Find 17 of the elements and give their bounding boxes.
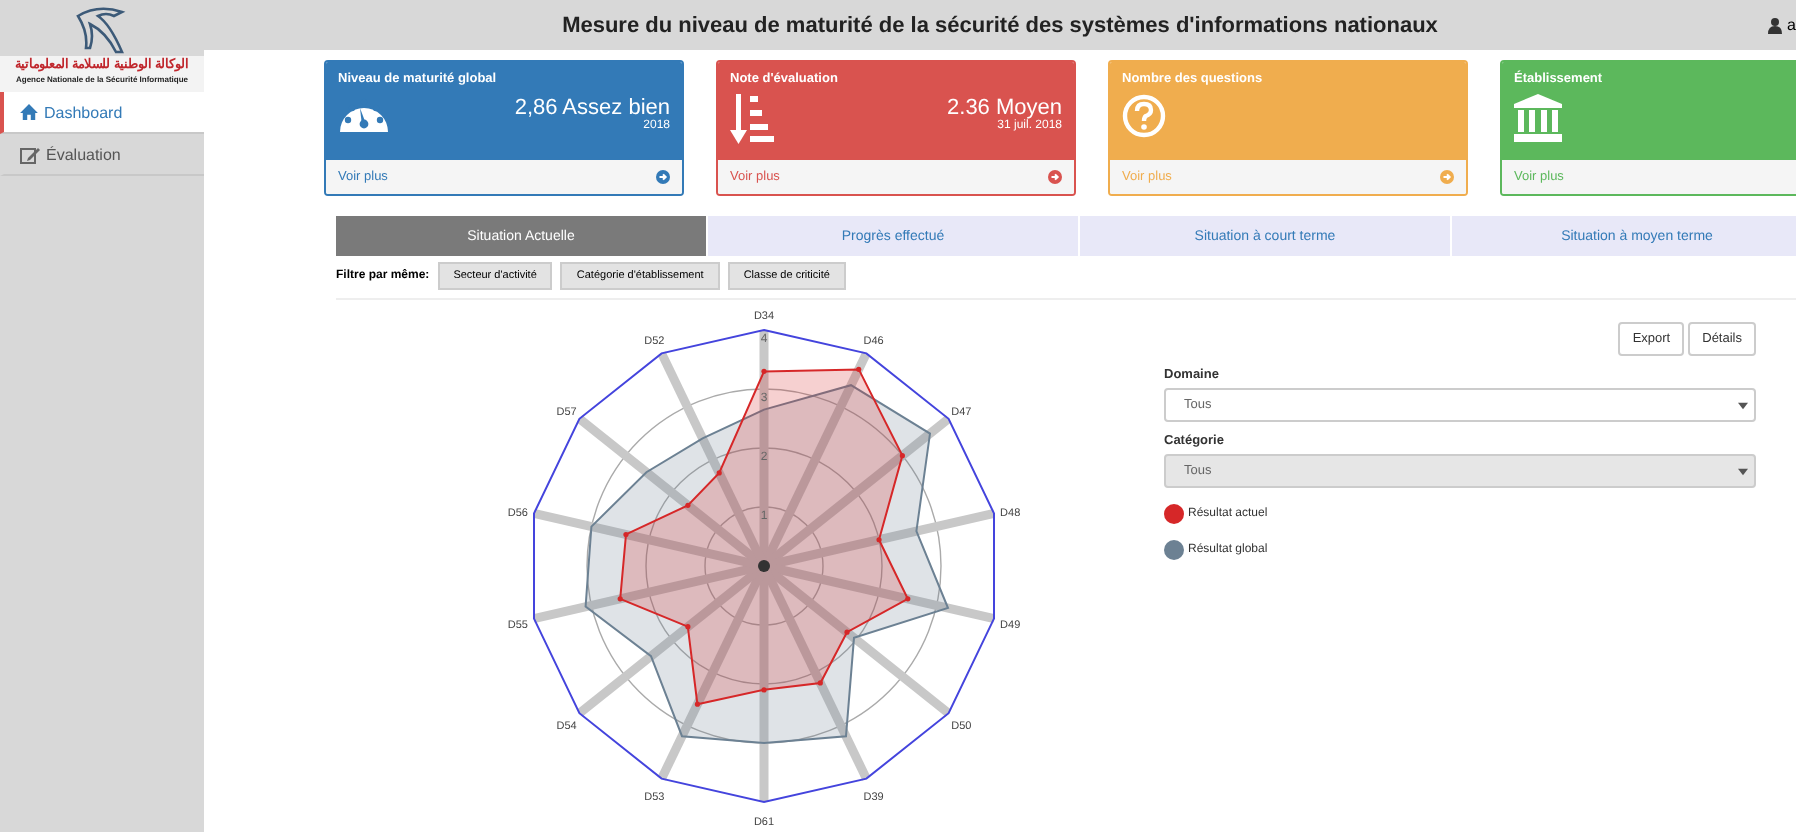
home-icon bbox=[20, 104, 38, 120]
caret-icon bbox=[1738, 467, 1748, 475]
nav-item[interactable]: Évaluation bbox=[0, 134, 204, 176]
arrow-circle-icon[interactable] bbox=[656, 170, 670, 184]
card-value: 2,86 Assez bien bbox=[514, 98, 670, 120]
edit-icon bbox=[20, 145, 40, 163]
user-icon bbox=[1767, 17, 1782, 33]
question-icon bbox=[1122, 94, 1166, 138]
caret-icon bbox=[1738, 401, 1748, 409]
sort-icon bbox=[730, 94, 774, 146]
nav-item[interactable]: Dashboard bbox=[0, 92, 204, 134]
card-value: 2.36 Moyen bbox=[947, 98, 1062, 120]
user-menu[interactable]: a bbox=[1767, 16, 1796, 34]
page-title: Mesure du niveau de maturité de la sécurité des systèmes d'informations nationaux bbox=[562, 13, 1438, 37]
center-dot bbox=[758, 560, 770, 572]
arrow-circle-icon[interactable] bbox=[1048, 170, 1062, 184]
bank-icon bbox=[1514, 94, 1562, 142]
